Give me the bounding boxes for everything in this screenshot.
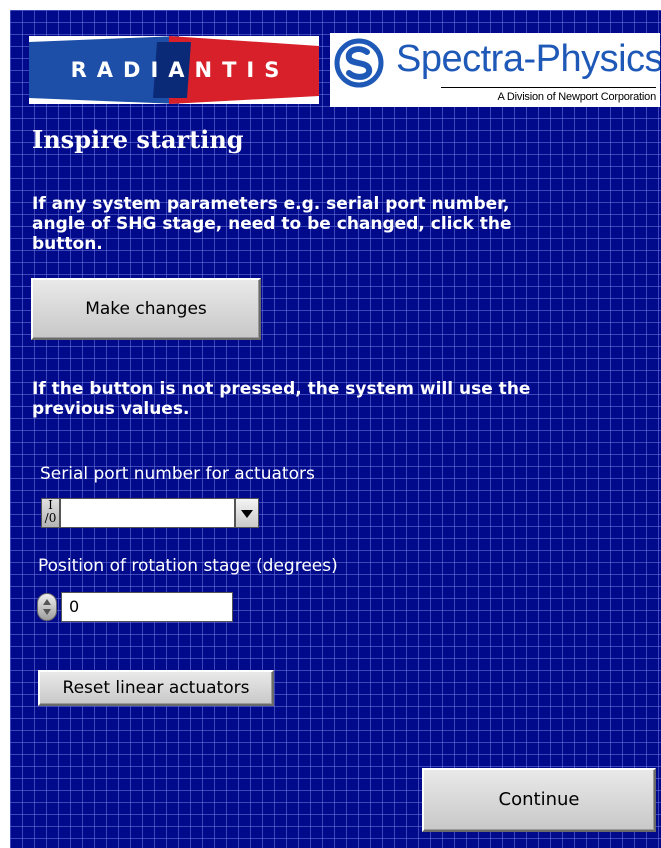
rotation-stage-input[interactable]: 0 (61, 592, 233, 622)
dialog-panel: RADIANTIS Spectra-Physics A Division of … (10, 10, 661, 848)
radiantis-logo: RADIANTIS (29, 36, 319, 104)
serial-port-selector[interactable]: I/0 (41, 498, 259, 528)
page-title: Inspire starting (32, 125, 244, 154)
io-icon: I/0 (41, 498, 60, 528)
make-changes-button[interactable]: Make changes (31, 278, 261, 340)
increment-decrement-spinner[interactable] (37, 593, 57, 621)
rotation-stage-control[interactable]: 0 (37, 592, 233, 622)
radiantis-wordmark: RADIANTIS (70, 58, 290, 82)
change-prompt-text: If any system parameters e.g. serial por… (32, 194, 512, 254)
rotation-stage-label: Position of rotation stage (degrees) (38, 556, 338, 576)
decrement-arrow-icon[interactable] (43, 609, 51, 615)
increment-arrow-icon[interactable] (43, 599, 51, 605)
spectra-physics-division: A Division of Newport Corporation (441, 87, 656, 103)
serial-port-label: Serial port number for actuators (40, 464, 315, 484)
chevron-down-icon (241, 510, 253, 518)
serial-port-dropdown-button[interactable] (235, 498, 259, 528)
default-values-note: If the button is not pressed, the system… (32, 379, 531, 419)
spectra-physics-name: Spectra-Physics (396, 38, 660, 80)
serial-port-field[interactable] (60, 498, 235, 528)
continue-button[interactable]: Continue (422, 768, 656, 832)
reset-linear-actuators-button[interactable]: Reset linear actuators (38, 670, 274, 706)
spectra-physics-logo: Spectra-Physics A Division of Newport Co… (330, 33, 660, 107)
spectra-physics-swirl-icon (334, 38, 384, 88)
